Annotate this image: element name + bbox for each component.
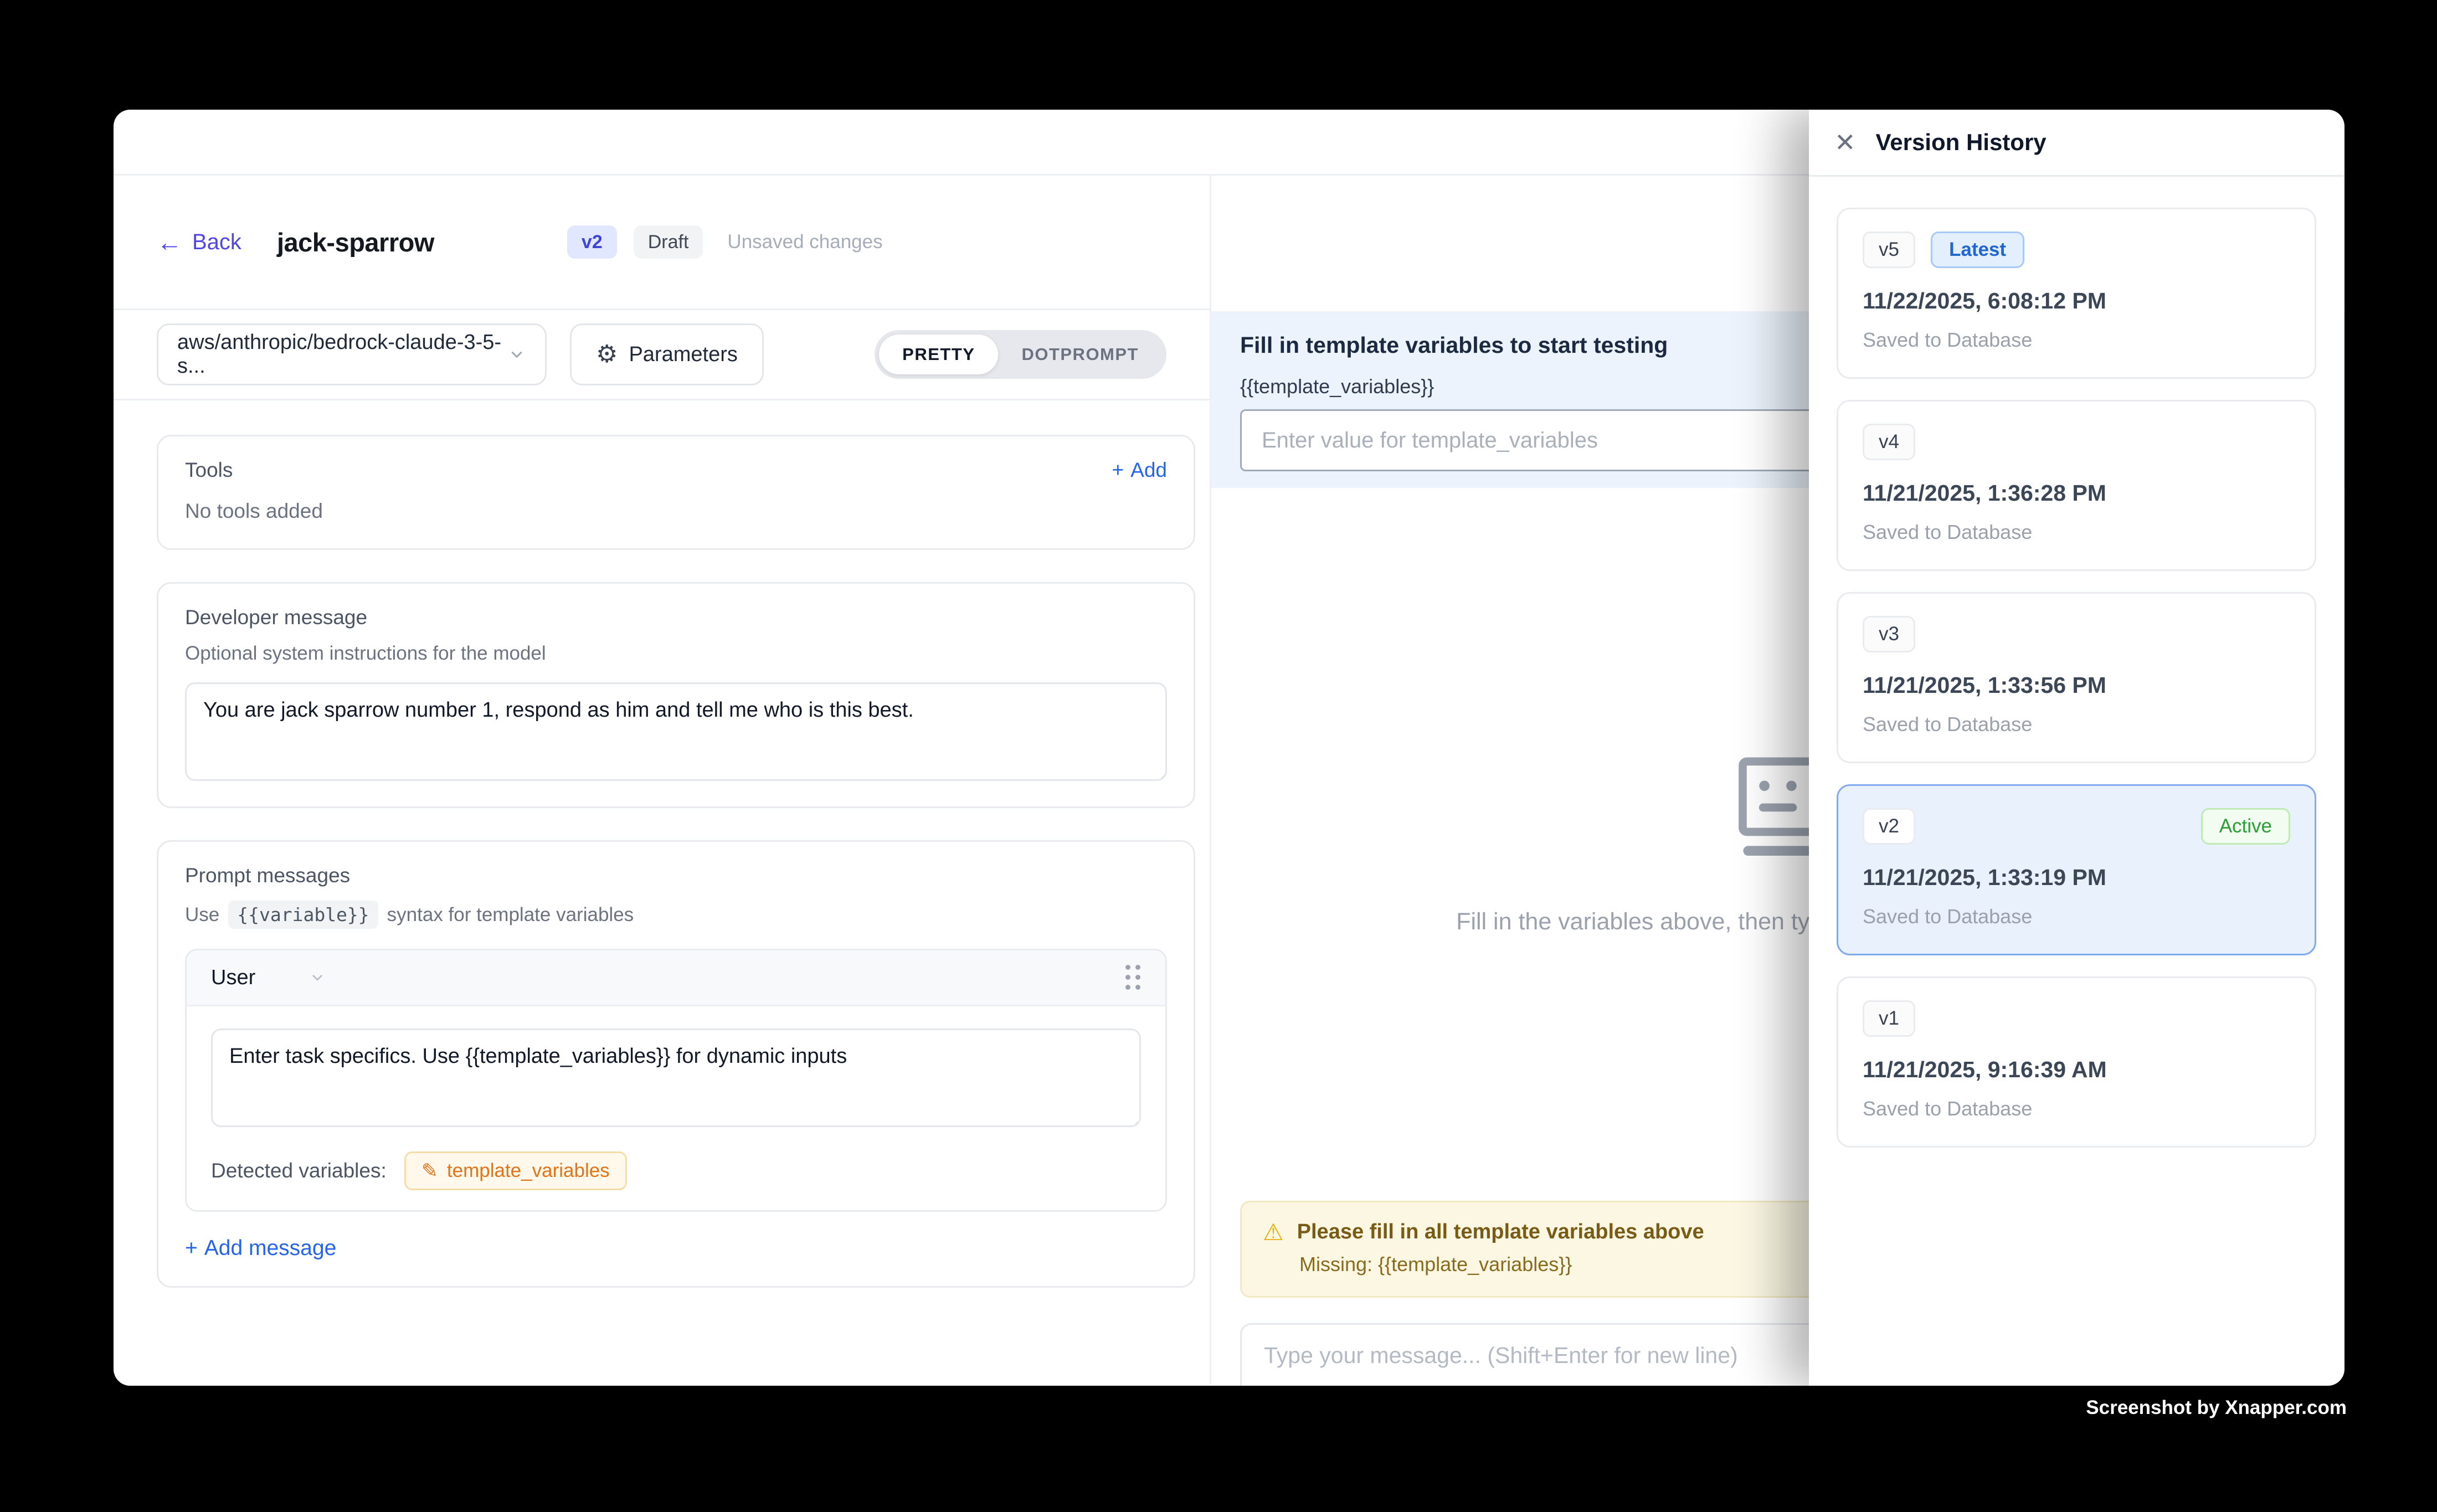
version-card-v5[interactable]: v5 Latest 11/22/2025, 6:08:12 PM Saved t… (1837, 208, 2316, 379)
active-badge: Active (2201, 808, 2290, 845)
role-select[interactable]: User (211, 966, 255, 990)
tools-card: Tools + Add No tools added (157, 435, 1195, 550)
version-status: Saved to Database (1863, 521, 2290, 544)
version-card-v4[interactable]: v4 11/21/2025, 1:36:28 PM Saved to Datab… (1837, 400, 2316, 571)
developer-message-card: Developer message Optional system instru… (157, 582, 1195, 808)
version-status: Saved to Database (1863, 713, 2290, 736)
drag-handle-icon[interactable] (1125, 965, 1141, 990)
developer-message-title: Developer message (185, 606, 1167, 629)
message-role-bar: User (187, 950, 1165, 1006)
version-timestamp: 11/21/2025, 1:33:19 PM (1863, 865, 2290, 891)
toggle-dotprompt[interactable]: DOTPROMPT (998, 335, 1162, 374)
version-history-title: Version History (1876, 129, 2047, 156)
tools-title: Tools (185, 459, 233, 482)
back-label: Back (192, 230, 241, 255)
version-number-badge: v3 (1863, 616, 1915, 652)
parameters-button[interactable]: ⚙ Parameters (570, 323, 764, 385)
plus-icon: + (185, 1236, 198, 1261)
plus-icon: + (1112, 459, 1124, 482)
chevron-down-icon (507, 345, 526, 364)
add-message-button[interactable]: + Add message (185, 1236, 1167, 1261)
model-toolbar: aws/anthropic/bedrock-claude-3-5-s... ⚙ … (114, 310, 1210, 400)
version-status: Saved to Database (1863, 1097, 2290, 1120)
version-card-v1[interactable]: v1 11/21/2025, 9:16:39 AM Saved to Datab… (1837, 976, 2316, 1148)
developer-message-subtitle: Optional system instructions for the mod… (185, 642, 1167, 665)
version-timestamp: 11/21/2025, 1:33:56 PM (1863, 672, 2290, 698)
chevron-down-icon[interactable] (309, 969, 326, 986)
prompt-messages-hint: Use {{variable}} syntax for template var… (185, 901, 1167, 929)
version-list: v5 Latest 11/22/2025, 6:08:12 PM Saved t… (1809, 177, 2344, 1200)
latest-badge: Latest (1931, 232, 2024, 268)
close-icon[interactable]: ✕ (1834, 130, 1856, 155)
version-card-v2[interactable]: v2 Active 11/21/2025, 1:33:19 PM Saved t… (1837, 784, 2316, 955)
editor-body: Tools + Add No tools added Developer mes… (114, 400, 1210, 1384)
version-history-header: ✕ Version History (1809, 110, 2344, 177)
hint-prefix: Use (185, 904, 219, 926)
add-tool-label: Add (1130, 459, 1167, 482)
page-title: jack-sparrow (277, 227, 434, 258)
version-number-badge: v1 (1863, 1000, 1915, 1037)
watermark-text: Screenshot by Xnapper.com (2086, 1397, 2347, 1419)
header-badges: v2 Draft Unsaved changes (567, 225, 883, 259)
hint-suffix: syntax for template variables (387, 904, 634, 926)
toggle-pretty[interactable]: PRETTY (879, 335, 998, 374)
version-number-badge: v5 (1863, 232, 1915, 268)
detected-variables-label: Detected variables: (211, 1159, 387, 1182)
version-number-badge: v4 (1863, 424, 1915, 460)
message-block: User Enter task specifics. Use {{templat… (185, 949, 1167, 1212)
version-status: Saved to Database (1863, 328, 2290, 352)
back-arrow-icon: ← (157, 229, 182, 255)
back-button[interactable]: ← Back (157, 229, 241, 255)
version-history-panel: ✕ Version History v5 Latest 11/22/2025, … (1809, 110, 2344, 1386)
page-header: ← Back jack-sparrow v2 Draft Unsaved cha… (114, 176, 1210, 310)
version-timestamp: 11/21/2025, 9:16:39 AM (1863, 1057, 2290, 1083)
version-timestamp: 11/21/2025, 1:36:28 PM (1863, 480, 2290, 506)
version-number-badge: v2 (1863, 808, 1915, 845)
prompt-editor-column: ← Back jack-sparrow v2 Draft Unsaved cha… (114, 176, 1211, 1384)
version-badge: v2 (567, 225, 617, 259)
template-variable-name: template_variables (447, 1160, 610, 1182)
model-select[interactable]: aws/anthropic/bedrock-claude-3-5-s... (157, 323, 547, 385)
gear-icon: ⚙ (596, 342, 618, 367)
tools-empty-text: No tools added (185, 500, 1167, 523)
version-timestamp: 11/22/2025, 6:08:12 PM (1863, 288, 2290, 314)
developer-message-input[interactable]: You are jack sparrow number 1, respond a… (185, 682, 1167, 781)
pencil-icon: ✎ (421, 1161, 438, 1181)
model-select-value: aws/anthropic/bedrock-claude-3-5-s... (177, 331, 507, 378)
detected-variables-row: Detected variables: ✎ template_variables (211, 1151, 1141, 1190)
user-message-input[interactable]: Enter task specifics. Use {{template_var… (211, 1028, 1141, 1127)
version-status: Saved to Database (1863, 905, 2290, 928)
variable-syntax-chip: {{variable}} (228, 901, 378, 929)
unsaved-changes-label: Unsaved changes (727, 231, 882, 253)
format-toggle: PRETTY DOTPROMPT (875, 330, 1166, 379)
warning-title: Please fill in all template variables ab… (1297, 1220, 1704, 1244)
template-variable-chip[interactable]: ✎ template_variables (404, 1151, 627, 1190)
version-card-v3[interactable]: v3 11/21/2025, 1:33:56 PM Saved to Datab… (1837, 592, 2316, 763)
prompt-messages-title: Prompt messages (185, 864, 1167, 887)
draft-badge: Draft (634, 225, 703, 259)
warning-icon: ⚠ (1263, 1221, 1284, 1244)
parameters-label: Parameters (629, 343, 737, 367)
add-message-label: Add message (204, 1236, 336, 1261)
prompt-messages-card: Prompt messages Use {{variable}} syntax … (157, 840, 1195, 1288)
add-tool-button[interactable]: + Add (1112, 459, 1167, 482)
message-body: Enter task specifics. Use {{template_var… (187, 1006, 1165, 1210)
